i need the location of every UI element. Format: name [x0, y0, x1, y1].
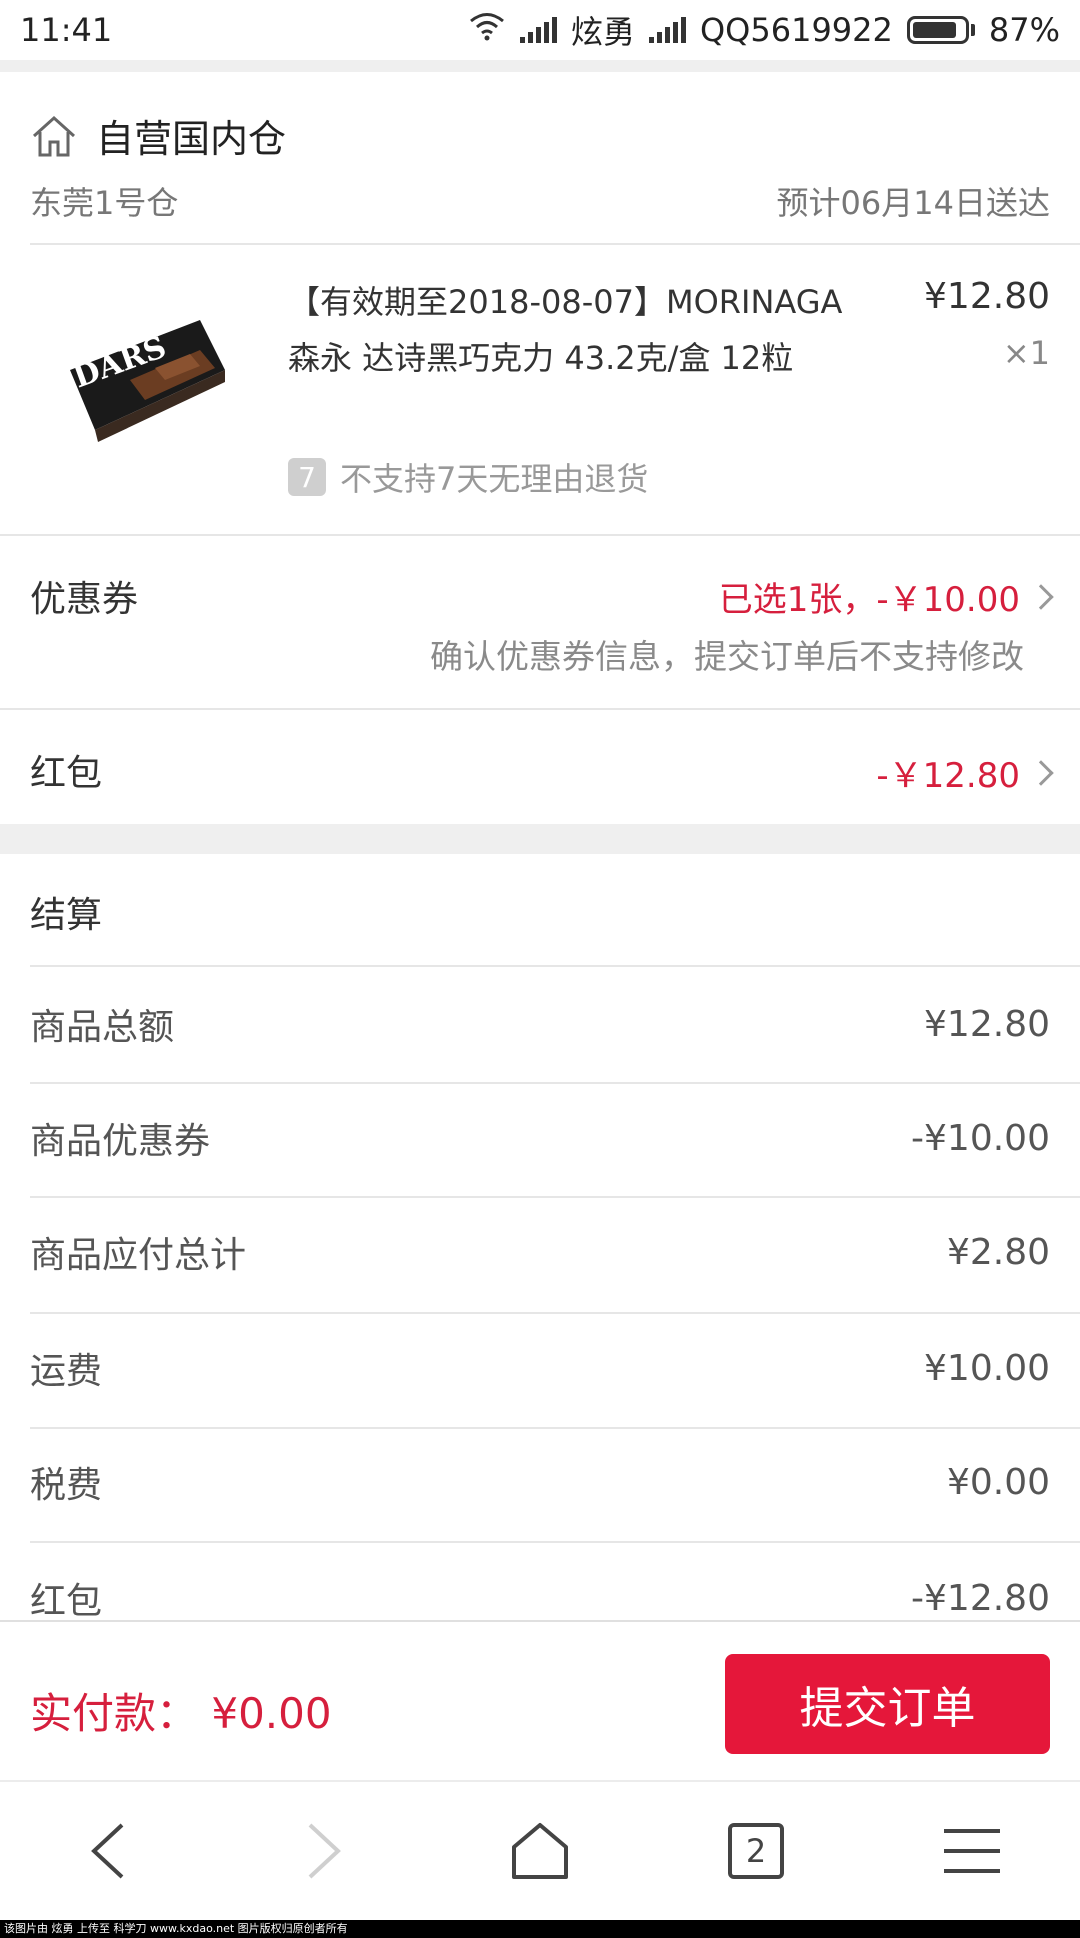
menu-button[interactable] — [922, 1801, 1022, 1901]
section-separator — [0, 824, 1080, 854]
coupon-value: 已选1张，-￥10.00 — [718, 572, 1054, 621]
coupon-label: 优惠券 — [30, 579, 139, 620]
status-bar: 11:41 炫勇 QQ5619922 87% — [0, 0, 1080, 60]
row-label: 商品总额 — [30, 1007, 175, 1048]
signal-icon — [519, 17, 557, 43]
row-label: 商品优惠券 — [30, 1121, 211, 1162]
row-value: -¥10.00 — [911, 1117, 1050, 1159]
divider — [30, 965, 1080, 967]
settlement-row-payable: 商品应付总计 ¥2.80 — [30, 1226, 1050, 1278]
row-value: ¥0.00 — [946, 1461, 1050, 1503]
settlement-row-shipping: 运费 ¥10.00 — [30, 1342, 1050, 1394]
settlement-row-subtotal: 商品总额 ¥12.80 — [30, 998, 1050, 1050]
home-button[interactable] — [490, 1801, 590, 1901]
row-value: ¥2.80 — [946, 1231, 1050, 1273]
red-packet-row[interactable]: 红包 -￥12.80 — [0, 710, 1080, 824]
product-quantity: ×1 — [1002, 334, 1050, 372]
browser-nav-bar: 2 — [0, 1780, 1080, 1920]
chevron-right-icon — [1028, 759, 1054, 786]
divider — [30, 1196, 1080, 1198]
chevron-left-icon — [91, 1823, 124, 1879]
divider — [30, 1541, 1080, 1543]
row-label: 税费 — [30, 1465, 103, 1506]
status-time: 11:41 — [20, 11, 113, 49]
red-packet-value-text: -￥12.80 — [876, 756, 1020, 796]
divider — [30, 1082, 1080, 1084]
forward-button[interactable] — [274, 1801, 374, 1901]
chevron-right-icon — [308, 1823, 341, 1879]
battery-percent: 87% — [988, 11, 1060, 49]
coupon-note: 确认优惠券信息，提交订单后不支持修改 — [430, 637, 1024, 676]
seven-day-badge-icon: 7 — [288, 458, 326, 496]
wifi-icon — [468, 11, 506, 49]
checkout-bar: 实付款： ¥0.00 提交订单 — [0, 1620, 1080, 1780]
settlement-row-red-packet: 红包 -¥12.80 — [30, 1572, 1050, 1624]
red-packet-label: 红包 — [30, 753, 103, 794]
hamburger-menu-icon — [944, 1829, 1000, 1873]
settlement-title: 结算 — [30, 895, 103, 936]
divider — [30, 1312, 1080, 1314]
top-separator — [0, 60, 1080, 72]
row-label: 红包 — [30, 1581, 103, 1622]
battery-icon — [906, 16, 975, 44]
product-name[interactable]: 【有效期至2018-08-07】MORINAGA 森永 达诗黑巧克力 43.2克… — [288, 274, 878, 386]
divider — [30, 1427, 1080, 1429]
home-icon — [512, 1823, 568, 1879]
watermark: 该图片由 炫勇 上传至 科学刀 www.kxdao.net 图片版权归原创者所有 — [0, 1920, 1080, 1938]
tabs-button[interactable]: 2 — [706, 1801, 806, 1901]
submit-order-button[interactable]: 提交订单 — [725, 1654, 1050, 1754]
product-image[interactable]: DARS — [60, 310, 230, 450]
warehouse-title: 自营国内仓 — [96, 117, 287, 161]
row-label: 商品应付总计 — [30, 1235, 247, 1276]
coupon-row[interactable]: 优惠券 已选1张，-￥10.00 确认优惠券信息，提交订单后不支持修改 — [0, 536, 1080, 708]
signal-icon-2 — [648, 17, 686, 43]
row-value: -¥12.80 — [911, 1577, 1050, 1619]
carrier-2: QQ5619922 — [699, 11, 893, 49]
amount-payable: 实付款： ¥0.00 — [30, 1689, 332, 1738]
tabs-count-icon: 2 — [728, 1823, 784, 1879]
chevron-right-icon — [1028, 583, 1054, 610]
row-label: 运费 — [30, 1351, 103, 1392]
delivery-eta: 预计06月14日送达 — [776, 184, 1050, 222]
warehouse-name: 东莞1号仓 — [30, 184, 179, 222]
coupon-value-text: 已选1张，-￥10.00 — [718, 580, 1020, 620]
product-price: ¥12.80 — [924, 276, 1050, 317]
carrier-1: 炫勇 — [570, 13, 635, 51]
row-value: ¥10.00 — [924, 1347, 1050, 1389]
return-policy-text: 不支持7天无理由退货 — [340, 460, 649, 498]
return-policy: 7 不支持7天无理由退货 — [288, 454, 648, 500]
divider — [30, 243, 1080, 245]
settlement-row-tax: 税费 ¥0.00 — [30, 1456, 1050, 1508]
home-icon — [30, 114, 78, 158]
back-button[interactable] — [58, 1801, 158, 1901]
settlement-row-coupon: 商品优惠券 -¥10.00 — [30, 1112, 1050, 1164]
row-value: ¥12.80 — [924, 1003, 1050, 1045]
red-packet-value: -￥12.80 — [876, 748, 1054, 797]
tabs-count: 2 — [745, 1832, 767, 1870]
